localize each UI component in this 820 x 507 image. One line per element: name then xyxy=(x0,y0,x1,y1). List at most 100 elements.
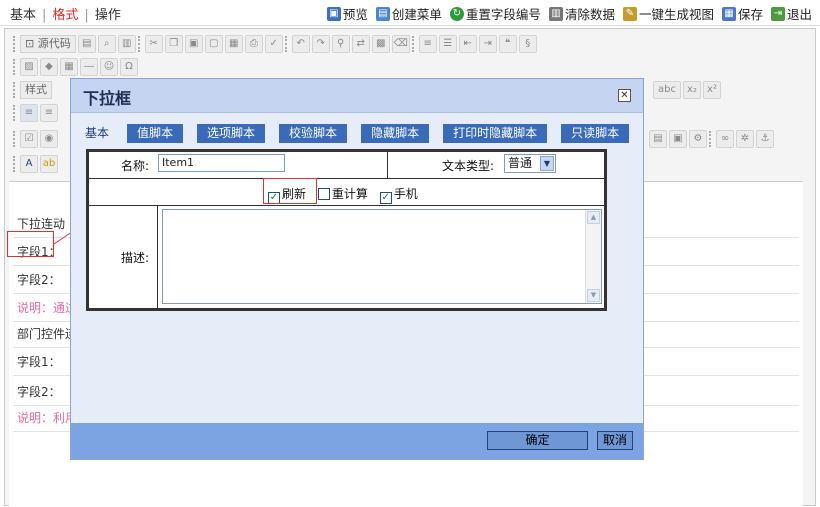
reset-number-button[interactable]: ↻ 重置字段编号 xyxy=(449,4,541,23)
description-label: 描述: xyxy=(121,251,150,265)
paste-icon[interactable]: ▣ xyxy=(184,35,203,53)
special-char-icon[interactable]: Ω xyxy=(120,58,138,76)
chevron-down-icon: ▼ xyxy=(540,156,554,171)
gear-icon[interactable]: ⚙ xyxy=(689,130,707,148)
dialog-tabs: 基本 值脚本 选项脚本 校验脚本 隐藏脚本 打印时隐藏脚本 只读脚本 xyxy=(81,124,630,143)
exit-button[interactable]: ⇥ 退出 xyxy=(770,4,812,23)
dialog-header: 下拉框 ✕ xyxy=(71,79,643,113)
redo-icon[interactable]: ↷ xyxy=(311,35,330,53)
align-left-icon[interactable]: ≡ xyxy=(20,104,38,122)
tab-readonly-script[interactable]: 只读脚本 xyxy=(561,124,630,143)
find-icon[interactable]: ⚲ xyxy=(331,35,350,53)
name-label: 名称: xyxy=(121,159,150,173)
description-scrollbar[interactable]: ▲ ▼ xyxy=(585,210,601,303)
save-icon: ▦ xyxy=(721,6,736,21)
preview-icon: ▣ xyxy=(326,6,341,21)
save-button[interactable]: ▦ 保存 xyxy=(721,4,763,23)
generate-view-button[interactable]: ✎ 一键生成视图 xyxy=(622,4,714,23)
link-icon[interactable]: ∞ xyxy=(716,130,734,148)
template-icon[interactable]: ▥ xyxy=(117,35,136,53)
toolbar-row-5-right: ▤ ▣ ⚙ ∞ ✲ ⚓ xyxy=(649,128,774,150)
strike-icon[interactable]: abc xyxy=(653,81,681,99)
menu-operation[interactable]: 操作 xyxy=(95,8,121,23)
reset-number-icon: ↻ xyxy=(449,6,464,21)
form-icon[interactable]: ▤ xyxy=(649,130,667,148)
style-select[interactable]: 样式 xyxy=(20,81,52,99)
save-doc-icon[interactable]: ▤ xyxy=(77,35,96,53)
create-menu-icon: ▤ xyxy=(375,6,390,21)
clear-data-button[interactable]: ▥ 清除数据 xyxy=(548,4,615,23)
checkbox-control-icon[interactable]: ☑ xyxy=(20,130,38,148)
font-color-icon[interactable]: A xyxy=(20,155,38,173)
tab-value-script[interactable]: 值脚本 xyxy=(127,124,184,143)
top-bar: 基本 | 格式 | 操作 ▣ 预览 ▤ 创建菜单 ↻ 重置字段编号 ▥ 清除数据 ✎ 一键生成视图… xyxy=(0,0,820,26)
close-icon[interactable]: ✕ xyxy=(618,89,631,102)
toolbar-row-1: ⊡ 源代码 ▤ ⌕ ▥ ✂ ❐ ▣ ▢ ▦ ⎙ ✓ ↶ ↷ ⚲ ⇄ ▩ ⌫ ≡ … xyxy=(13,33,537,55)
print-icon[interactable]: ⎙ xyxy=(244,35,263,53)
bullet-list-icon[interactable]: ☰ xyxy=(438,35,457,53)
tab-validate-script[interactable]: 校验脚本 xyxy=(279,124,348,143)
tab-option-script[interactable]: 选项脚本 xyxy=(197,124,266,143)
basic-form: 名称: Item1 文本类型: 普通 ▼ ✓ 刷新 重计算 ✓ 手机 描述: ▲ ▼ xyxy=(86,149,607,311)
cut-icon[interactable]: ✂ xyxy=(144,35,163,53)
unlink-icon[interactable]: ✲ xyxy=(736,130,754,148)
toolbar-grip xyxy=(13,36,16,52)
toolbar-row-3: 样式 xyxy=(13,79,52,101)
tab-basic[interactable]: 基本 xyxy=(81,124,113,143)
copy-icon[interactable]: ❐ xyxy=(164,35,183,53)
numbered-list-icon[interactable]: ≡ xyxy=(418,35,437,53)
checkbox-recalc-box[interactable] xyxy=(317,188,330,200)
align-center-icon[interactable]: ≡ xyxy=(40,104,58,122)
blockquote-icon[interactable]: ❝ xyxy=(498,35,517,53)
annotation-box-field xyxy=(7,231,54,257)
radio-control-icon[interactable]: ◉ xyxy=(40,130,58,148)
indent-icon[interactable]: ⇥ xyxy=(478,35,497,53)
flash-icon[interactable]: ◆ xyxy=(40,58,58,76)
toolbar-row-5: ☑ ◉ xyxy=(13,128,58,150)
generate-view-icon: ✎ xyxy=(622,6,637,21)
annotation-box-refresh xyxy=(263,178,317,204)
scroll-up-icon[interactable]: ▲ xyxy=(587,211,600,224)
description-textarea[interactable]: ▲ ▼ xyxy=(162,209,602,304)
source-code-button[interactable]: ⊡ 源代码 xyxy=(20,35,76,53)
tab-print-hide-script[interactable]: 打印时隐藏脚本 xyxy=(443,124,548,143)
toolbar-row-4: ≡ ≡ xyxy=(13,102,58,124)
image-icon[interactable]: ▨ xyxy=(20,58,38,76)
paste-word-icon[interactable]: ▦ xyxy=(224,35,243,53)
spellcheck-icon[interactable]: ✓ xyxy=(264,35,283,53)
table-icon[interactable]: ▦ xyxy=(60,58,78,76)
dialog-footer: 确定 取消 xyxy=(71,423,643,459)
undo-icon[interactable]: ↶ xyxy=(291,35,310,53)
div-icon[interactable]: § xyxy=(518,35,537,53)
subscript-icon[interactable]: x₂ xyxy=(683,81,701,99)
ok-button[interactable]: 确定 xyxy=(487,431,588,450)
tab-hide-script[interactable]: 隐藏脚本 xyxy=(361,124,430,143)
create-menu-button[interactable]: ▤ 创建菜单 xyxy=(375,4,442,23)
paste-text-icon[interactable]: ▢ xyxy=(204,35,223,53)
dialog-title: 下拉框 xyxy=(83,89,132,108)
eraser-icon[interactable]: ⌫ xyxy=(391,35,410,53)
outdent-icon[interactable]: ⇤ xyxy=(458,35,477,53)
superscript-icon[interactable]: x² xyxy=(703,81,721,99)
menu-format[interactable]: 格式 xyxy=(52,8,78,23)
button-control-icon[interactable]: ▣ xyxy=(669,130,687,148)
anchor-icon[interactable]: ⚓ xyxy=(756,130,774,148)
text-type-select[interactable]: 普通 ▼ xyxy=(504,154,556,173)
replace-icon[interactable]: ⇄ xyxy=(351,35,370,53)
source-code-icon: ⊡ xyxy=(25,37,35,50)
cancel-button[interactable]: 取消 xyxy=(597,431,633,450)
checkbox-mobile[interactable]: ✓ 手机 xyxy=(379,187,418,204)
top-menu: 基本 | 格式 | 操作 xyxy=(10,8,121,23)
smiley-icon[interactable]: ☺ xyxy=(100,58,118,76)
menu-basic[interactable]: 基本 xyxy=(10,8,36,23)
name-input[interactable]: Item1 xyxy=(158,154,285,172)
preview-doc-icon[interactable]: ⌕ xyxy=(97,35,116,53)
select-all-icon[interactable]: ▩ xyxy=(371,35,390,53)
preview-button[interactable]: ▣ 预览 xyxy=(326,4,368,23)
scroll-down-icon[interactable]: ▼ xyxy=(587,289,600,302)
highlight-icon[interactable]: ab xyxy=(40,155,58,173)
horizontal-rule-icon[interactable]: ― xyxy=(80,58,98,76)
dropdown-dialog: 下拉框 ✕ 基本 值脚本 选项脚本 校验脚本 隐藏脚本 打印时隐藏脚本 只读脚本… xyxy=(70,78,644,460)
checkbox-recalc[interactable]: 重计算 xyxy=(317,187,368,201)
checkbox-mobile-box[interactable]: ✓ xyxy=(379,192,392,204)
